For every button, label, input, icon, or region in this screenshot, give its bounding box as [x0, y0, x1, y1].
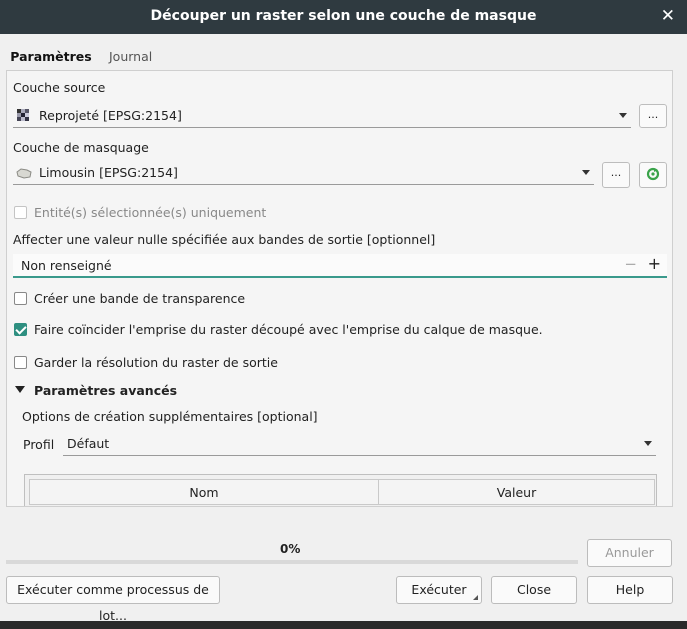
iterate-icon [646, 167, 660, 188]
dialog-title: Découper un raster selon une couche de m… [150, 8, 537, 24]
selected-only-label: Entité(s) sélectionnée(s) uniquement [34, 205, 267, 220]
parameters-panel: Couche source Reprojeté [EPSG:2154] ... … [6, 70, 673, 507]
dialog-window: Découper un raster selon une couche de m… [0, 0, 687, 623]
advanced-header: Paramètres avancés [34, 383, 178, 398]
iterate-button[interactable] [639, 162, 667, 188]
keep-resolution-label: Garder la résolution du raster de sortie [34, 355, 278, 370]
decrement-button[interactable]: − [624, 255, 637, 273]
advanced-toggle[interactable]: Paramètres avancés [15, 381, 215, 399]
polygon-layer-icon [16, 167, 32, 179]
tab-parametres[interactable]: Paramètres [6, 44, 96, 72]
help-button[interactable]: Help [587, 576, 673, 604]
raster-layer-icon [17, 109, 29, 121]
increment-button[interactable]: + [648, 254, 661, 273]
run-button[interactable]: Exécuter [396, 576, 482, 604]
nodata-field[interactable]: Non renseigné − + [13, 254, 667, 278]
source-layer-combo[interactable]: Reprojeté [EPSG:2154] [13, 104, 631, 128]
selected-only-checkbox[interactable] [14, 206, 27, 219]
options-label: Options de création supplémentaires [opt… [22, 409, 318, 424]
source-layer-more-button[interactable]: ... [639, 104, 667, 128]
mask-layer-label: Couche de masquage [13, 140, 149, 155]
source-layer-label: Couche source [13, 80, 106, 95]
chevron-down-icon [582, 170, 590, 175]
alpha-band-checkbox[interactable] [14, 292, 27, 305]
batch-process-button[interactable]: Exécuter comme processus de lot... [6, 576, 220, 623]
keep-resolution-checkbox[interactable] [14, 356, 27, 369]
column-header-valeur[interactable]: Valeur [378, 479, 655, 505]
alpha-band-label: Créer une bande de transparence [34, 291, 246, 306]
chevron-down-icon [644, 441, 652, 446]
close-button[interactable]: Close [491, 576, 577, 604]
column-header-nom[interactable]: Nom [29, 479, 379, 505]
dropdown-corner-icon [473, 595, 478, 600]
title-bar: Découper un raster selon une couche de m… [0, 0, 687, 34]
source-layer-value: Reprojeté [EPSG:2154] [39, 108, 182, 123]
nodata-label: Affecter une valeur nulle spécifiée aux … [13, 232, 436, 247]
mask-layer-more-button[interactable]: ... [602, 162, 630, 188]
profile-combo[interactable]: Défaut [63, 432, 656, 456]
mask-layer-value: Limousin [EPSG:2154] [39, 165, 178, 180]
close-icon[interactable]: ✕ [661, 6, 675, 26]
profile-value: Défaut [67, 436, 110, 451]
cancel-button[interactable]: Annuler [587, 539, 672, 567]
crop-extent-label: Faire coïncider l'emprise du raster déco… [34, 322, 543, 337]
run-button-label: Exécuter [411, 582, 467, 597]
progress-bar [6, 560, 578, 564]
crop-extent-checkbox[interactable] [14, 323, 27, 336]
tab-journal[interactable]: Journal [109, 44, 152, 70]
chevron-down-icon [619, 113, 627, 118]
profile-label: Profil [23, 437, 55, 452]
mask-layer-combo[interactable]: Limousin [EPSG:2154] [13, 161, 594, 185]
nodata-value: Non renseigné [21, 258, 112, 273]
triangle-down-icon [15, 386, 25, 393]
progress-text: 0% [280, 542, 301, 556]
options-table: Nom Valeur [24, 474, 657, 506]
